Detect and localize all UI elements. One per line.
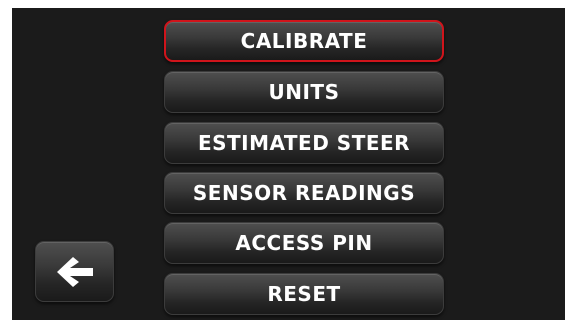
arrow-left-icon — [55, 255, 95, 289]
calibrate-button-label: CALIBRATE — [240, 29, 368, 53]
reset-button[interactable]: RESET — [164, 273, 444, 315]
settings-screen: CALIBRATE UNITS ESTIMATED STEER SENSOR R… — [12, 8, 565, 320]
access-pin-button-label: ACCESS PIN — [235, 231, 373, 255]
sensor-readings-button[interactable]: SENSOR READINGS — [164, 172, 444, 214]
estimated-steer-button-label: ESTIMATED STEER — [197, 131, 411, 155]
access-pin-button[interactable]: ACCESS PIN — [164, 222, 444, 264]
sensor-readings-button-label: SENSOR READINGS — [192, 181, 416, 205]
calibrate-button[interactable]: CALIBRATE — [164, 20, 444, 62]
units-button-label: UNITS — [268, 80, 340, 104]
back-button[interactable] — [35, 241, 114, 302]
reset-button-label: RESET — [267, 282, 341, 306]
units-button[interactable]: UNITS — [164, 71, 444, 113]
estimated-steer-button[interactable]: ESTIMATED STEER — [164, 122, 444, 164]
